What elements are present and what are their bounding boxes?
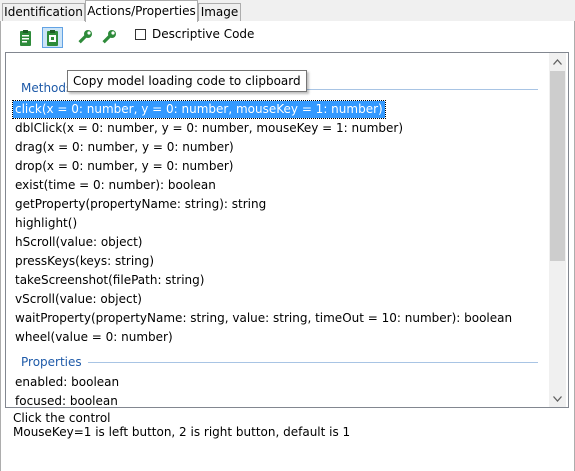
descriptive-code-checkbox-box[interactable]: [135, 28, 146, 40]
tooltip: Copy model loading code to clipboard: [67, 70, 307, 92]
clipboard-model-icon: [46, 29, 58, 46]
tab-identification[interactable]: Identification: [2, 3, 85, 21]
method-item[interactable]: hScroll(value: object): [13, 234, 144, 251]
property-item[interactable]: focused: boolean: [13, 393, 120, 410]
clipboard-code-icon: [19, 29, 31, 46]
method-item[interactable]: highlight(): [13, 215, 79, 232]
description-panel: Click the control MouseKey=1 is left but…: [5, 409, 569, 465]
description-line-2: MouseKey=1 is left button, 2 is right bu…: [13, 425, 351, 439]
copy-model-loading-code-button[interactable]: [42, 27, 63, 48]
method-item[interactable]: drag(x = 0: number, y = 0: number): [13, 139, 236, 156]
scroll-down-button[interactable]: [549, 390, 566, 407]
descriptive-code-checkbox[interactable]: Descriptive Code: [135, 27, 254, 41]
method-item[interactable]: takeScreenshot(filePath: string): [13, 272, 206, 289]
method-item[interactable]: wheel(value = 0: number): [13, 329, 175, 346]
methods-group-header: Methods: [21, 81, 73, 95]
chevron-down-icon: [553, 395, 562, 402]
tab-image[interactable]: Image: [198, 3, 241, 21]
wrench-alt-icon: [101, 29, 116, 43]
method-item[interactable]: pressKeys(keys: string): [13, 253, 156, 270]
scroll-up-button[interactable]: [549, 53, 566, 70]
tab-strip: Identification Actions/Properties Image: [0, 0, 575, 22]
vertical-scrollbar[interactable]: [549, 53, 566, 407]
wrench-icon: [77, 29, 92, 43]
description-line-1: Click the control: [13, 411, 111, 425]
method-item[interactable]: getProperty(propertyName: string): strin…: [13, 196, 268, 213]
properties-group-header: Properties: [21, 355, 82, 369]
tab-actions-properties[interactable]: Actions/Properties: [85, 0, 198, 22]
method-item[interactable]: dblClick(x = 0: number, y = 0: number, m…: [13, 120, 405, 137]
descriptive-code-label: Descriptive Code: [152, 27, 255, 41]
method-item[interactable]: drop(x = 0: number, y = 0: number): [13, 158, 235, 175]
copy-code-button[interactable]: [15, 27, 36, 48]
property-item[interactable]: enabled: boolean: [13, 374, 121, 391]
method-item[interactable]: vScroll(value: object): [13, 291, 144, 308]
method-item[interactable]: waitProperty(propertyName: string, value…: [13, 310, 514, 327]
method-item[interactable]: exist(time = 0: number): boolean: [13, 177, 218, 194]
scroll-thumb[interactable]: [550, 71, 565, 261]
properties-group-divider: [88, 362, 538, 363]
wrench-tool-button[interactable]: [98, 27, 119, 48]
method-item[interactable]: click(x = 0: number, y = 0: number, mous…: [12, 100, 386, 119]
chevron-up-icon: [553, 58, 562, 65]
wrench-settings-button[interactable]: [74, 27, 95, 48]
